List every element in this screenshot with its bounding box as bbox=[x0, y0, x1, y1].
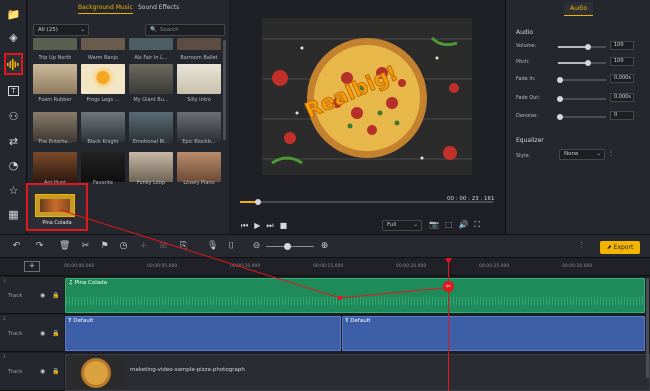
drag-arrow-annotation bbox=[59, 209, 445, 300]
